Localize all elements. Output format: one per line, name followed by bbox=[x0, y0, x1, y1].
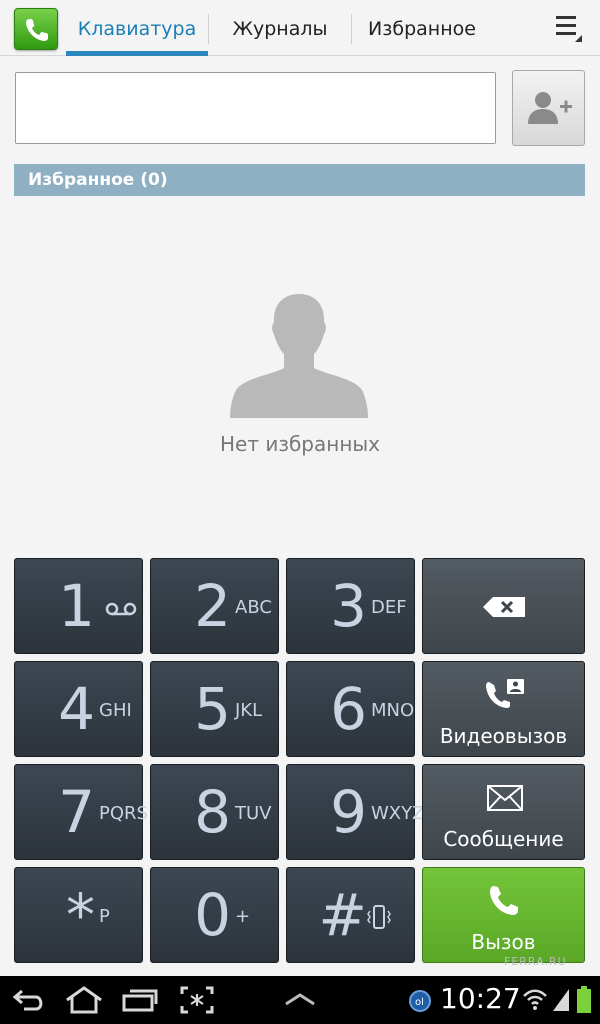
chevron-up-icon[interactable] bbox=[284, 992, 316, 1006]
key-2[interactable]: 2 ABC bbox=[150, 558, 279, 654]
message-button[interactable]: Сообщение bbox=[422, 764, 585, 860]
key-7[interactable]: 7 PQRS bbox=[14, 764, 148, 860]
phone-app-icon[interactable] bbox=[14, 8, 58, 50]
key-digit: 8 bbox=[194, 778, 231, 846]
key-5[interactable]: 5 JKL bbox=[150, 661, 279, 757]
wifi-icon bbox=[523, 989, 547, 1010]
key-letters: JKL bbox=[235, 700, 263, 721]
add-contact-button[interactable] bbox=[512, 70, 585, 146]
key-letters: PQRS bbox=[99, 803, 148, 824]
video-call-icon bbox=[486, 679, 524, 708]
overflow-menu-icon[interactable] bbox=[554, 14, 582, 42]
tab-favorites[interactable]: Избранное bbox=[352, 0, 492, 56]
backspace-button[interactable] bbox=[422, 558, 585, 654]
empty-contact-avatar-icon bbox=[230, 294, 368, 418]
tab-keypad[interactable]: Клавиатура bbox=[66, 0, 208, 56]
key-letters: DEF bbox=[371, 597, 407, 618]
backspace-icon bbox=[483, 597, 525, 617]
video-call-label: Видеовызов bbox=[439, 724, 568, 748]
key-digit: 7 bbox=[58, 778, 95, 846]
keypad: 1 2 ABC 3 DEF 4 GHI 5 JKL 6 MNO Видеовыз… bbox=[0, 556, 600, 970]
envelope-icon bbox=[487, 785, 523, 811]
key-digit: 0 bbox=[194, 881, 231, 949]
notification-icon: ol bbox=[409, 990, 431, 1012]
key-digit: 9 bbox=[330, 778, 367, 846]
favorites-header: Избранное (0) bbox=[14, 164, 585, 196]
key-0[interactable]: 0 + bbox=[150, 867, 279, 963]
phone-number-field[interactable] bbox=[15, 72, 496, 144]
key-digit: 4 bbox=[58, 675, 95, 743]
add-person-icon bbox=[528, 92, 572, 124]
key-digit: 5 bbox=[194, 675, 231, 743]
key-9[interactable]: 9 WXYZ bbox=[286, 764, 424, 860]
key-digit: # bbox=[318, 881, 367, 949]
recent-apps-icon[interactable] bbox=[122, 988, 158, 1012]
home-icon[interactable] bbox=[64, 986, 104, 1014]
key-letters: GHI bbox=[99, 700, 132, 721]
back-icon[interactable] bbox=[12, 988, 46, 1012]
key-hash[interactable]: # bbox=[286, 867, 415, 963]
key-letters: TUV bbox=[235, 803, 272, 824]
key-6[interactable]: 6 MNO bbox=[286, 661, 415, 757]
message-label: Сообщение bbox=[443, 827, 564, 851]
key-digit: 2 bbox=[194, 572, 231, 640]
screenshot-icon[interactable] bbox=[180, 986, 214, 1014]
key-digit: 6 bbox=[330, 675, 367, 743]
key-letters: WXYZ bbox=[371, 803, 425, 824]
call-label: Вызов bbox=[471, 930, 536, 954]
key-digit: 1 bbox=[58, 572, 95, 640]
no-favorites-text: Нет избранных bbox=[219, 432, 381, 456]
call-button[interactable]: Вызов bbox=[422, 867, 585, 963]
key-1[interactable]: 1 bbox=[14, 558, 143, 654]
svg-text:ol: ol bbox=[415, 997, 424, 1008]
vibrate-icon bbox=[367, 905, 391, 929]
watermark: FERRA.RU bbox=[504, 955, 567, 968]
key-letters: ABC bbox=[235, 597, 272, 618]
voicemail-icon bbox=[105, 602, 137, 616]
tab-bar: Клавиатура Журналы Избранное bbox=[0, 0, 600, 56]
key-8[interactable]: 8 TUV bbox=[150, 764, 279, 860]
key-3[interactable]: 3 DEF bbox=[286, 558, 415, 654]
video-call-button[interactable]: Видеовызов bbox=[422, 661, 585, 757]
phone-handset-icon bbox=[26, 19, 48, 41]
key-letters: MNO bbox=[371, 700, 415, 721]
status-clock: 10:27 bbox=[440, 982, 521, 1015]
key-4[interactable]: 4 GHI bbox=[14, 661, 143, 757]
system-bar: ol 10:27 bbox=[0, 976, 600, 1024]
key-letters: P bbox=[99, 906, 110, 927]
key-digit: * bbox=[66, 881, 95, 949]
key-letters: + bbox=[235, 906, 251, 927]
tab-logs[interactable]: Журналы bbox=[209, 0, 351, 56]
battery-icon bbox=[577, 986, 591, 1013]
call-icon bbox=[490, 886, 518, 915]
signal-icon bbox=[553, 989, 569, 1011]
key-star[interactable]: * P bbox=[14, 867, 143, 963]
key-digit: 3 bbox=[330, 572, 367, 640]
